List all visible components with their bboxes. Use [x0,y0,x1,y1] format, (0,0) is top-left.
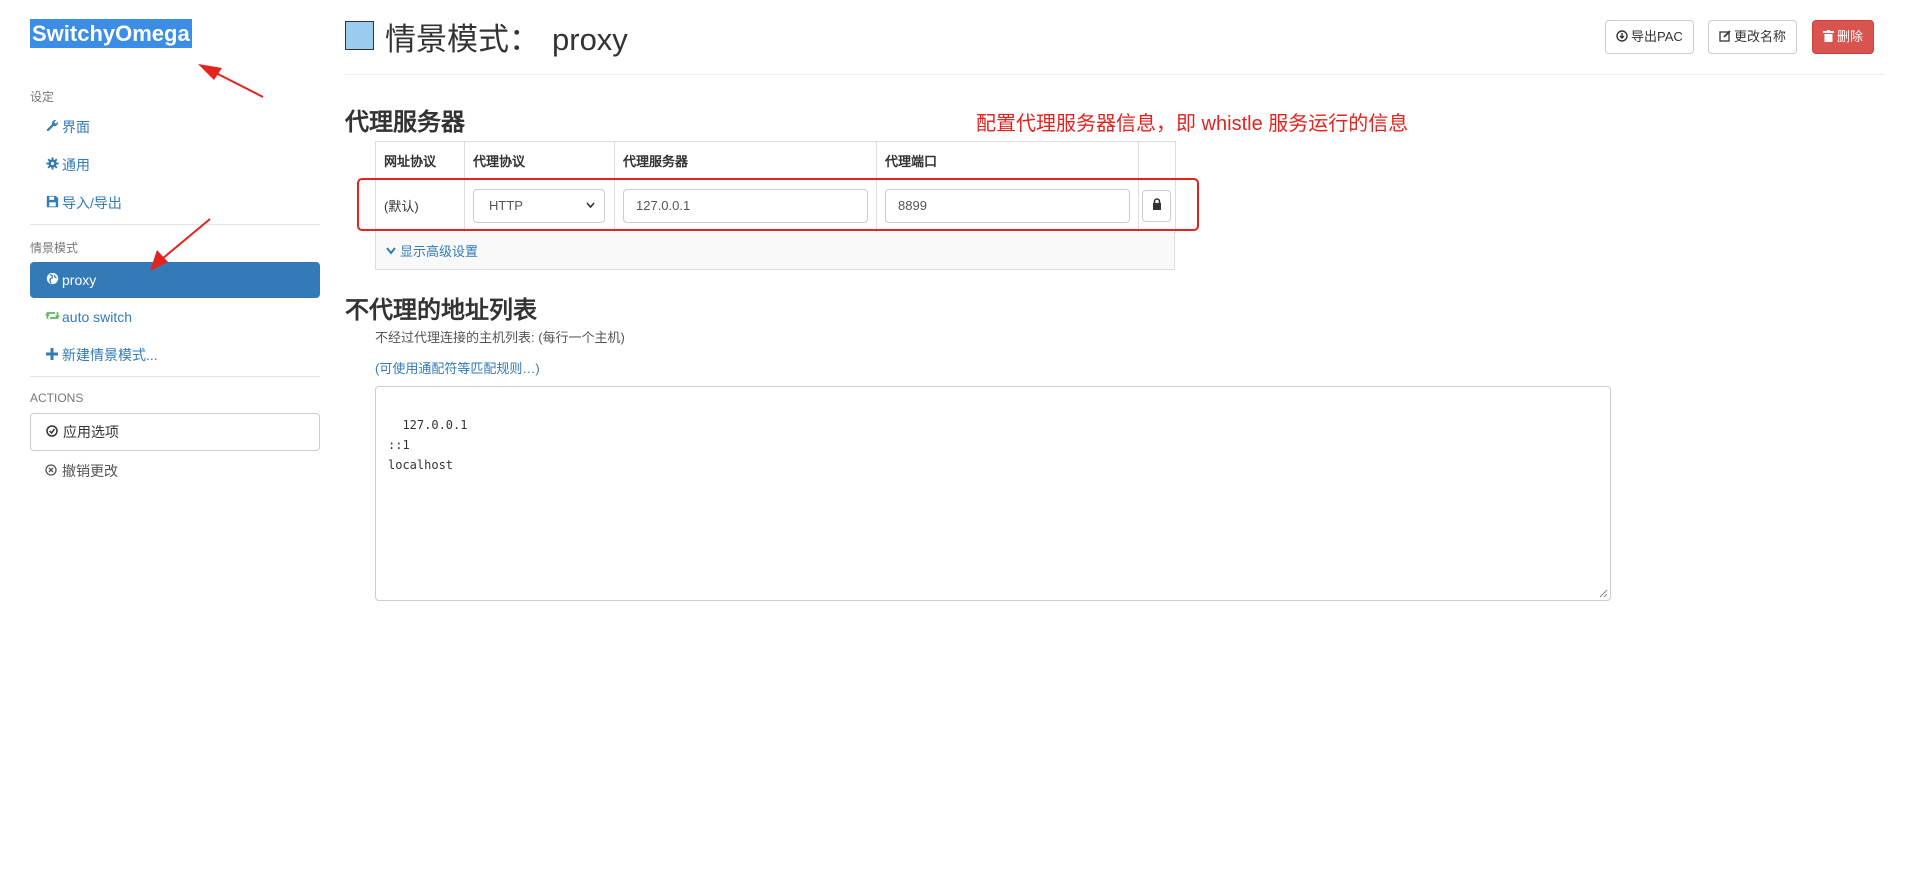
bypass-list-content: 127.0.0.1 ::1 localhost [388,418,468,472]
sidebar-item-label: 导入/导出 [62,195,122,211]
table-header-row: 网址协议 代理协议 代理服务器 代理端口 [375,141,1176,179]
sidebar-item-label: 界面 [62,119,90,135]
annotation-text: 配置代理服务器信息，即 whistle 服务运行的信息 [976,113,1409,135]
bypass-help-text: 不经过代理连接的主机列表: (每行一个主机) [375,330,625,345]
brand-logo[interactable]: SwitchyOmega [30,19,192,48]
profile-color-swatch[interactable] [345,21,374,50]
resize-grip-icon[interactable] [1598,588,1608,598]
delete-label: 删除 [1837,29,1864,44]
sidebar-item-label: auto switch [62,309,133,325]
sidebar-divider [30,224,320,225]
profile-name: proxy [552,22,628,57]
sidebar-item-interface[interactable]: 界面 [30,109,320,145]
export-pac-button[interactable]: 导出PAC [1605,20,1694,54]
actions-header: ACTIONS [30,391,84,405]
proxy-servers-title: 代理服务器 [345,109,465,136]
settings-header: 设定 [30,90,55,104]
apply-options-button[interactable]: 应用选项 [30,413,320,451]
sidebar-item-import-export[interactable]: 导入/导出 [30,185,320,221]
bypass-list-textarea[interactable]: 127.0.0.1 ::1 localhost [375,386,1611,601]
sidebar: SwitchyOmega 设定 界面 通用 导入/导出 情景模式 proxy a… [0,0,330,881]
column-header-empty [1138,141,1176,179]
sidebar-item-label: proxy [62,272,97,288]
header-divider [345,74,1885,75]
page-title: 情景模式： proxy [385,14,628,59]
download-icon [1616,22,1628,54]
chevron-down-icon [386,232,396,270]
bypass-list-title: 不代理的地址列表 [345,297,537,324]
advanced-settings-label: 显示高级设置 [400,244,479,259]
check-circle-icon [46,414,60,450]
rename-button[interactable]: 更改名称 [1708,20,1798,54]
discard-label: 撤销更改 [62,463,118,479]
retweet-icon [45,300,60,336]
sidebar-divider [30,376,320,377]
sidebar-item-proxy[interactable]: proxy [30,262,320,298]
discard-changes-button[interactable]: 撤销更改 [30,453,320,489]
close-circle-icon [45,453,59,489]
gear-icon [45,148,59,184]
column-header: 代理端口 [876,141,1139,179]
annotation-highlight-box [357,178,1199,231]
globe-icon [45,263,59,299]
title-prefix: 情景模式： [385,22,540,57]
edit-icon [1719,22,1731,54]
sidebar-item-label: 通用 [62,157,90,173]
trash-icon [1823,22,1834,54]
plus-icon [45,338,59,374]
sidebar-item-general[interactable]: 通用 [30,147,320,183]
wildcard-help-link[interactable]: (可使用通配符等匹配规则…) [375,358,540,377]
column-header: 代理协议 [464,141,615,179]
apply-label: 应用选项 [63,424,119,440]
floppy-icon [45,186,59,222]
new-profile-link[interactable]: 新建情景模式... [30,337,320,373]
column-header: 代理服务器 [614,141,877,179]
rename-label: 更改名称 [1734,29,1787,44]
advanced-settings-toggle[interactable]: 显示高级设置 [375,232,1175,270]
wrench-icon [45,110,59,146]
column-header: 网址协议 [375,141,465,179]
profiles-header: 情景模式 [30,241,79,255]
sidebar-item-auto-switch[interactable]: auto switch [30,299,320,335]
export-pac-label: 导出PAC [1631,29,1683,44]
new-profile-label: 新建情景模式... [62,347,158,363]
delete-button[interactable]: 删除 [1812,20,1875,54]
